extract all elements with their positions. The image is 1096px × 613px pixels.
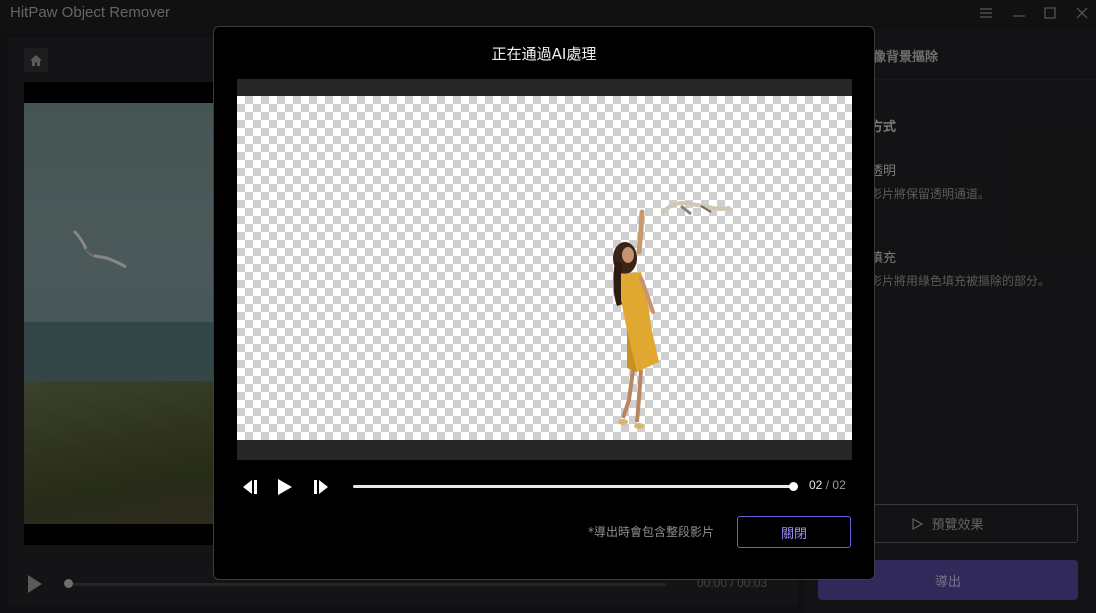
play-icon[interactable] <box>276 477 294 497</box>
seagull-cutout-image <box>661 201 731 216</box>
transparent-background <box>237 96 852 440</box>
previous-frame-icon[interactable] <box>240 478 260 496</box>
preview-total-time: 02 <box>832 478 846 492</box>
dialog-title: 正在通過AI處理 <box>491 45 597 63</box>
preview-current-time: 02 <box>809 478 823 492</box>
preview-time-separator: / <box>825 478 830 492</box>
close-button[interactable]: 關閉 <box>737 516 851 548</box>
preview-seek-bar[interactable] <box>353 485 793 488</box>
subject-cutout-image <box>613 209 659 429</box>
preview-time-display: 02 / 02 <box>809 478 846 492</box>
next-frame-icon[interactable] <box>311 478 331 496</box>
result-preview <box>237 79 852 460</box>
export-note: *導出時會包含整段影片 <box>588 525 715 539</box>
close-button-label: 關閉 <box>780 526 807 542</box>
preview-seek-handle[interactable] <box>789 482 798 491</box>
processing-dialog: 正在通過AI處理 02 / 02 *導出時會包含整段影片 關閉 <box>213 26 875 580</box>
